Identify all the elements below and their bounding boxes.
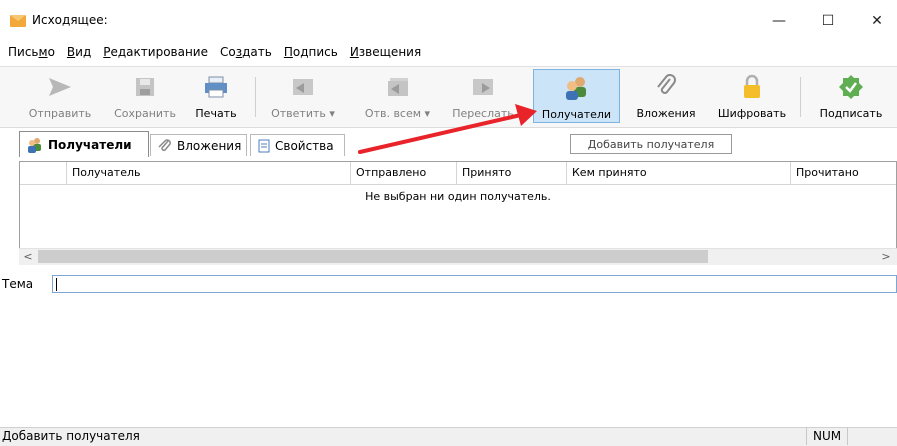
menu-signature[interactable]: Подпись <box>284 45 338 59</box>
recipients-icon <box>563 74 591 102</box>
tab-properties[interactable]: Свойства <box>250 134 345 156</box>
encrypt-label: Шифровать <box>717 107 787 120</box>
text-caret <box>56 278 57 291</box>
send-button[interactable]: Отправить <box>28 69 92 123</box>
tab-recipients-label: Получатели <box>48 137 132 152</box>
tab-attachments[interactable]: Вложения <box>150 134 247 156</box>
menu-view[interactable]: Вид <box>67 45 91 59</box>
send-icon <box>46 73 74 101</box>
save-label: Сохранить <box>114 107 176 120</box>
document-icon <box>257 139 271 153</box>
print-button[interactable]: Печать <box>188 69 244 123</box>
status-text: Добавить получателя <box>2 429 140 443</box>
seal-check-icon <box>837 73 865 101</box>
sign-button[interactable]: Подписать <box>808 69 894 123</box>
sign-label: Подписать <box>819 107 883 120</box>
reply-icon <box>289 73 317 101</box>
menu-create[interactable]: Создать <box>220 45 272 59</box>
num-lock-indicator: NUM <box>806 427 848 445</box>
save-button[interactable]: Сохранить <box>112 69 178 123</box>
column-header-read[interactable]: Прочитано <box>790 162 897 184</box>
toolbar-separator <box>800 77 801 117</box>
empty-table-message: Не выбран ни один получатель. <box>365 190 551 203</box>
column-header-received-by[interactable]: Кем принято <box>566 162 790 184</box>
message-body[interactable] <box>0 296 897 426</box>
menu-edit[interactable]: Редактирование <box>103 45 208 59</box>
subject-label: Тема <box>2 277 34 291</box>
send-label: Отправить <box>28 107 92 120</box>
window-title: Исходящее: <box>32 13 108 27</box>
save-icon <box>131 73 159 101</box>
forward-icon <box>469 73 497 101</box>
scroll-left-arrow[interactable]: < <box>19 248 37 264</box>
reply-label: Ответить <box>271 107 326 120</box>
scrollbar-thumb[interactable] <box>38 250 708 263</box>
column-header-recipient[interactable]: Получатель <box>66 162 350 184</box>
toolbar-separator <box>255 77 256 117</box>
encrypt-button[interactable]: Шифровать <box>712 69 792 123</box>
printer-icon <box>202 73 230 101</box>
envelope-icon <box>10 15 26 27</box>
reply-all-icon <box>384 73 412 101</box>
tab-properties-label: Свойства <box>275 138 334 153</box>
lock-icon <box>738 73 766 101</box>
add-recipient-button[interactable]: Добавить получателя <box>570 134 732 154</box>
tab-attachments-label: Вложения <box>177 138 242 153</box>
attachments-button[interactable]: Вложения <box>626 69 706 123</box>
menu-bar: Письмо Вид Редактирование Создать Подпис… <box>0 42 897 62</box>
column-header-received[interactable]: Принято <box>456 162 566 184</box>
scroll-right-arrow[interactable]: > <box>877 248 895 264</box>
paperclip-icon <box>652 73 680 101</box>
paperclip-icon <box>157 138 173 153</box>
tab-recipients[interactable]: Получатели <box>19 131 149 157</box>
maximize-button[interactable]: ☐ <box>808 8 848 34</box>
recipients-icon <box>26 137 44 153</box>
minimize-button[interactable]: — <box>759 8 799 34</box>
subject-input[interactable] <box>52 275 897 293</box>
menu-letter[interactable]: Письмо <box>8 45 55 59</box>
reply-button[interactable]: Ответить ▾ <box>258 69 348 123</box>
table-header: Получатель Отправлено Принято Кем принят… <box>20 162 896 185</box>
chevron-down-icon[interactable]: ▾ <box>329 107 335 120</box>
close-button[interactable]: ✕ <box>857 8 897 34</box>
menu-notifications[interactable]: Извещения <box>350 45 421 59</box>
column-header-sent[interactable]: Отправлено <box>350 162 456 184</box>
print-label: Печать <box>195 107 237 120</box>
annotation-arrow <box>358 104 537 154</box>
attachments-label: Вложения <box>636 107 696 120</box>
